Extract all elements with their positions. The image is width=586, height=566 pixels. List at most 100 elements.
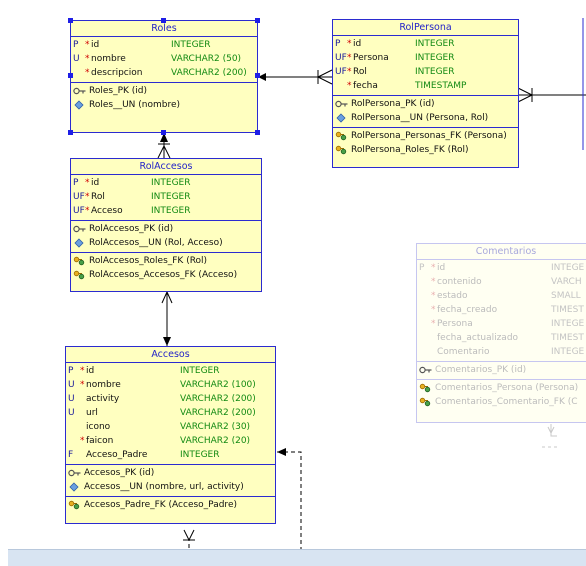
constraint-name: RolPersona_PK (id) xyxy=(351,99,435,109)
table-accesos[interactable]: Accesos P * id INTEGER U * nombre VARCHAR2 (100)… xyxy=(65,346,276,524)
selection-handle[interactable] xyxy=(161,130,166,135)
column-type: VARCHAR2 (200) xyxy=(180,394,256,404)
column-name: nombre xyxy=(91,54,126,64)
table-title: Roles xyxy=(71,21,257,37)
column-row[interactable]: * fecha_creado TIMEST xyxy=(417,303,586,317)
column-row[interactable]: * contenido VARCH xyxy=(417,275,586,289)
constraint-row[interactable]: Comentarios_Persona (Persona) xyxy=(417,381,586,395)
column-name: Persona xyxy=(353,53,389,63)
column-row[interactable]: U * nombre VARCHAR2 (100) xyxy=(66,378,275,392)
column-row[interactable]: P * id INTEGER xyxy=(71,176,261,190)
constraint-row[interactable]: Accesos_Padre_FK (Acceso_Padre) xyxy=(66,498,275,512)
column-row[interactable]: * faicon VARCHAR2 (20) xyxy=(66,434,275,448)
crow-foot-icon xyxy=(517,87,533,96)
column-name: descripcion xyxy=(91,68,143,78)
columns-section: P * id INTEGER UF * Persona INTEGER UF * Rol INTEGE… xyxy=(333,36,518,96)
constraint-row[interactable]: RolPersona_Roles_FK (Rol) xyxy=(333,143,518,157)
column-row[interactable]: UF * Rol INTEGER xyxy=(333,65,518,79)
constraint-row[interactable]: RolPersona__UN (Persona, Rol) xyxy=(333,111,518,125)
column-row[interactable]: * fecha TIMESTAMP xyxy=(333,79,518,93)
column-flag: UF xyxy=(335,67,347,77)
column-row[interactable]: Uactivity VARCHAR2 (200) xyxy=(66,392,275,406)
column-type: INTEGER xyxy=(415,67,455,77)
column-row[interactable]: UF * Persona INTEGER xyxy=(333,51,518,65)
constraint-row[interactable]: Accesos__UN (nombre, url, activity) xyxy=(66,480,275,494)
column-row[interactable]: UF * Rol INTEGER xyxy=(71,190,261,204)
table-rolaccesos[interactable]: RolAccesos P * id INTEGER UF * Rol INTEGER UF * Acc… xyxy=(70,158,262,292)
constraint-row[interactable]: Comentarios_PK (id) xyxy=(417,363,586,377)
column-type: INTEGE xyxy=(551,347,585,357)
columns-section: P * id INTEGER U * nombre VARCHAR2 (50) * descrip… xyxy=(71,37,257,83)
required-marker: * xyxy=(347,39,352,49)
required-marker: * xyxy=(80,366,85,376)
table-title: Accesos xyxy=(66,347,275,363)
constraint-row[interactable]: Accesos_PK (id) xyxy=(66,466,275,480)
column-row[interactable]: Comentario INTEGE xyxy=(417,345,586,359)
constraint-row[interactable]: RolAccesos__UN (Rol, Acceso) xyxy=(71,236,261,250)
selection-handle[interactable] xyxy=(255,18,260,23)
column-row[interactable]: * estado SMALL xyxy=(417,289,586,303)
constraint-name: Accesos_PK (id) xyxy=(84,468,155,478)
constraint-row[interactable]: Roles_PK (id) xyxy=(71,84,257,98)
constraint-row[interactable]: RolAccesos_Accesos_FK (Acceso) xyxy=(71,268,261,282)
column-type: VARCHAR2 (30) xyxy=(180,422,251,432)
column-type: VARCHAR2 (20) xyxy=(180,436,251,446)
constraint-row[interactable]: Roles__UN (nombre) xyxy=(71,98,257,112)
column-row[interactable]: Uurl VARCHAR2 (200) xyxy=(66,406,275,420)
column-row[interactable]: P * id INTEGER xyxy=(66,364,275,378)
column-type: INTEGER xyxy=(415,39,455,49)
constraint-row[interactable]: RolAccesos_Roles_FK (Rol) xyxy=(71,254,261,268)
column-row[interactable]: U * nombre VARCHAR2 (50) xyxy=(71,52,257,66)
constraint-row[interactable]: RolAccesos_PK (id) xyxy=(71,222,261,236)
column-row[interactable]: icono VARCHAR2 (30) xyxy=(66,420,275,434)
column-flag: UF xyxy=(335,53,347,63)
column-type: INTEGE xyxy=(551,263,585,273)
constraint-row[interactable]: Comentarios_Comentario_FK (C xyxy=(417,395,586,409)
column-row[interactable]: * descripcion VARCHAR2 (200) xyxy=(71,66,257,80)
column-flag: U xyxy=(68,394,75,404)
constraint-name: Accesos_Padre_FK (Acceso_Padre) xyxy=(84,500,237,510)
selection-handle[interactable] xyxy=(68,130,73,135)
foreign-keys-section: Accesos_Padre_FK (Acceso_Padre) xyxy=(66,497,275,514)
constraint-name: Comentarios_Comentario_FK (C xyxy=(435,397,578,407)
column-type: VARCHAR2 (50) xyxy=(171,54,242,64)
column-row[interactable]: P * id INTEGE xyxy=(417,261,586,275)
selection-handle[interactable] xyxy=(255,130,260,135)
required-marker: * xyxy=(431,319,436,329)
column-name: nombre xyxy=(86,380,121,390)
comentarios-self-reference-line xyxy=(550,424,557,437)
table-roles[interactable]: Roles P * id INTEGER U * nombre VARCHAR2 (50) * de… xyxy=(70,20,258,133)
column-name: Acceso_Padre xyxy=(86,450,148,460)
selection-handle[interactable] xyxy=(68,73,73,78)
column-name: contenido xyxy=(437,277,482,287)
column-row[interactable]: * Persona INTEGE xyxy=(417,317,586,331)
crow-foot-icon xyxy=(317,69,333,78)
column-type: VARCHAR2 (200) xyxy=(180,408,256,418)
column-flag: U xyxy=(68,380,75,390)
keys-section: RolPersona_PK (id) RolPersona__UN (Person… xyxy=(333,96,518,128)
selection-handle[interactable] xyxy=(255,73,260,78)
column-name: Comentario xyxy=(437,347,490,357)
required-marker: * xyxy=(85,206,90,216)
column-row[interactable]: F Acceso_Padre INTEGER xyxy=(66,448,275,462)
constraint-row[interactable]: RolPersona_PK (id) xyxy=(333,97,518,111)
selection-handle[interactable] xyxy=(161,18,166,23)
selection-handle[interactable] xyxy=(68,18,73,23)
column-type: INTEGER xyxy=(171,40,211,50)
column-type: INTEGER xyxy=(151,192,191,202)
constraint-row[interactable]: RolPersona_Personas_FK (Persona) xyxy=(333,129,518,143)
column-row[interactable]: fecha_actualizado TIMEST xyxy=(417,331,586,345)
column-row[interactable]: P * id INTEGER xyxy=(333,37,518,51)
column-type: VARCHAR2 (100) xyxy=(180,380,256,390)
table-comentarios[interactable]: Comentarios P * id INTEGE * contenido VARCH * est… xyxy=(416,243,586,423)
column-type: TIMEST xyxy=(551,305,584,315)
required-marker: * xyxy=(80,380,85,390)
column-row[interactable]: UF * Acceso INTEGER xyxy=(71,204,261,218)
required-marker: * xyxy=(85,40,90,50)
column-row[interactable]: P * id INTEGER xyxy=(71,38,257,52)
column-type: VARCH xyxy=(551,277,582,287)
horizontal-scrollbar[interactable] xyxy=(8,549,586,566)
column-name: id xyxy=(91,40,100,50)
table-rolpersona[interactable]: RolPersona P * id INTEGER UF * Persona INTEGER UF… xyxy=(332,19,519,168)
columns-section: P * id INTEGE * contenido VARCH * estado SMALL * fe… xyxy=(417,260,586,362)
